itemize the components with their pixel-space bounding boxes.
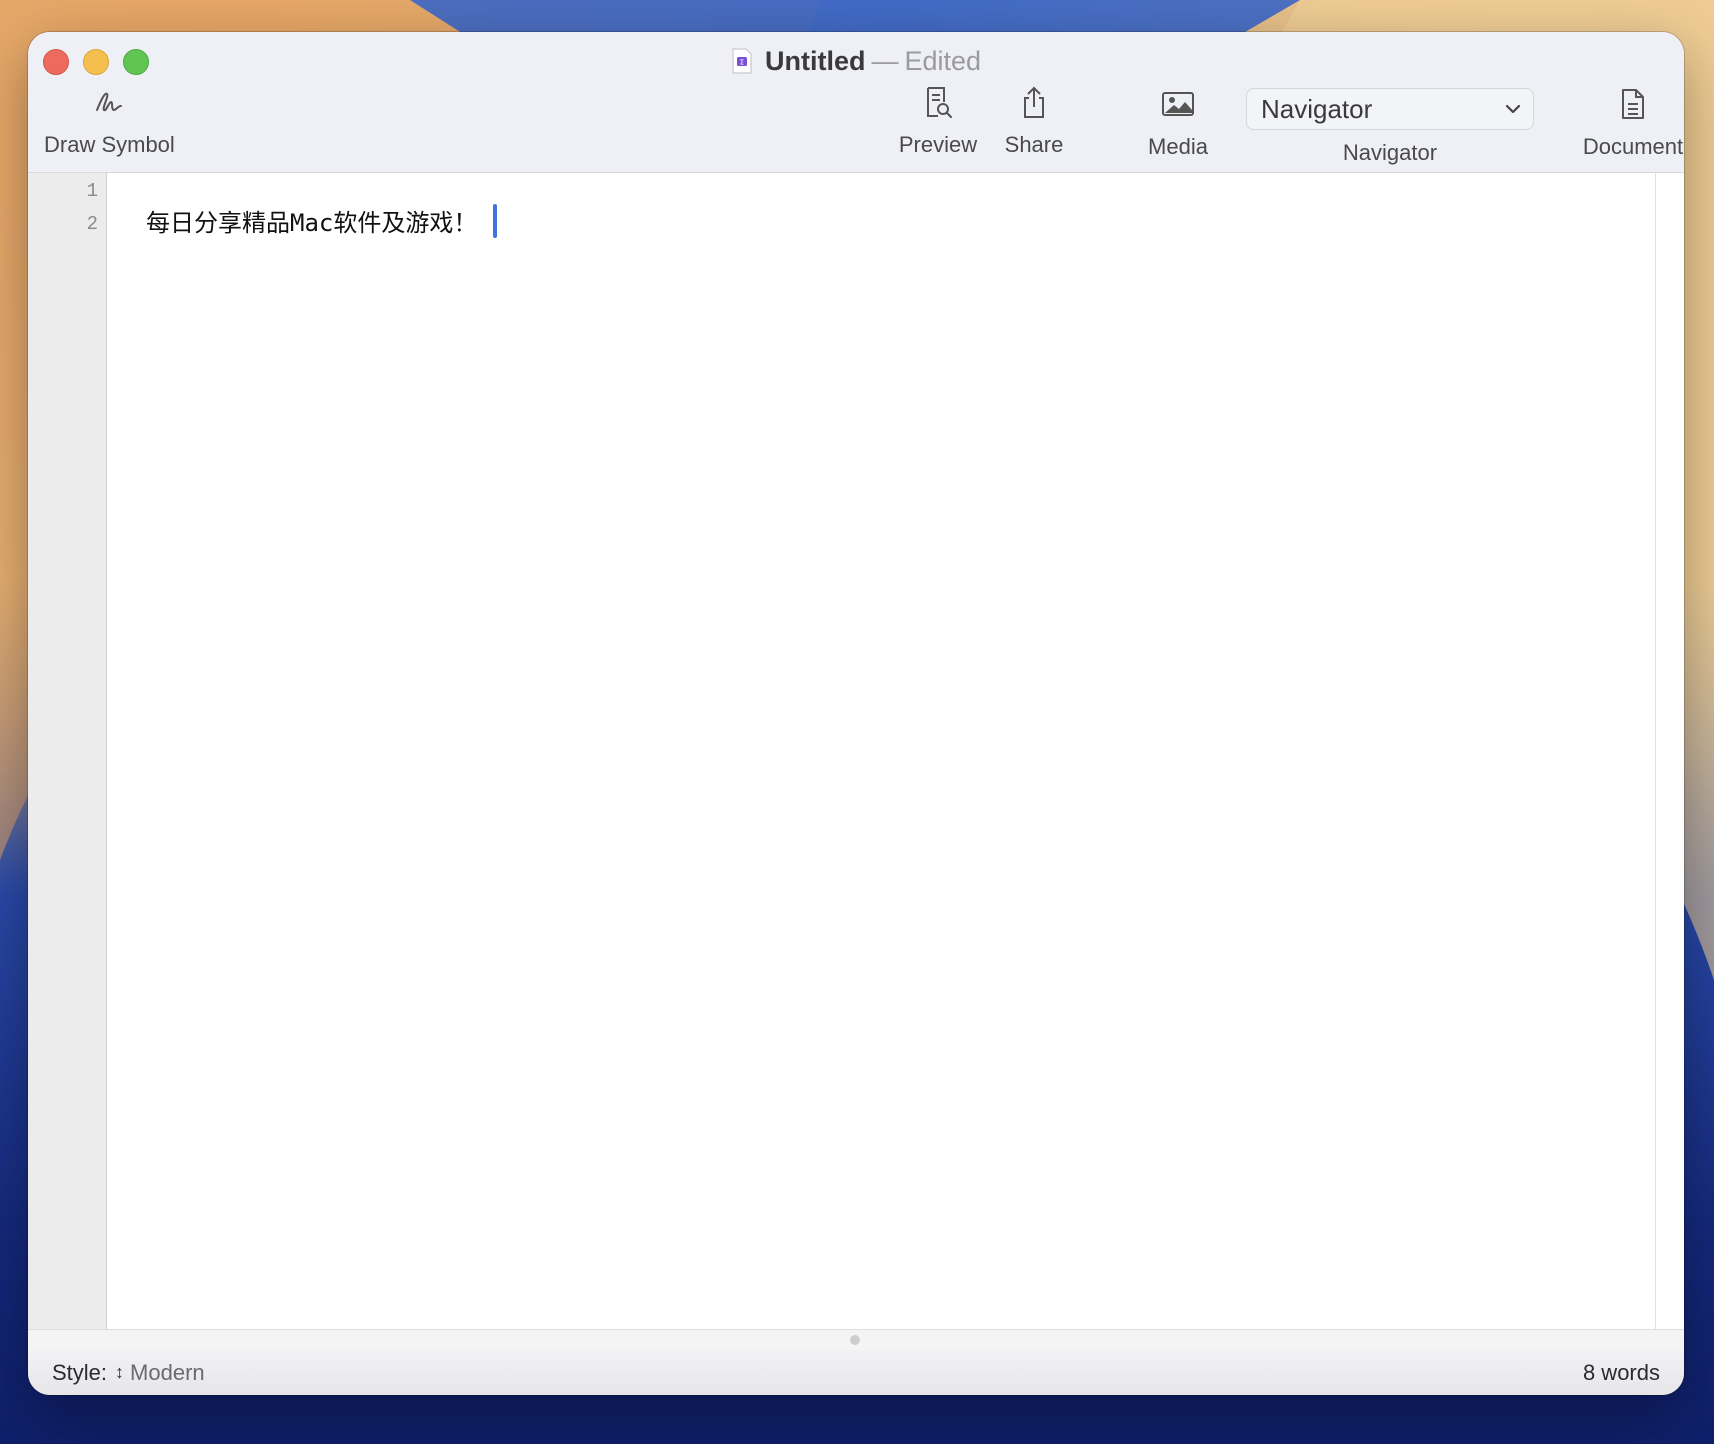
share-icon bbox=[1024, 86, 1044, 118]
photo-icon bbox=[1162, 92, 1194, 116]
splitter-handle[interactable] bbox=[850, 1335, 860, 1345]
word-count: 8 words bbox=[1582, 1360, 1660, 1385]
draw-symbol-label: Draw Symbol bbox=[44, 132, 175, 157]
line-number-gutter: 1 2 bbox=[28, 173, 107, 1329]
text-editor[interactable]: 每日分享精品Mac软件及游戏！ bbox=[107, 173, 1682, 1329]
text-caret bbox=[493, 204, 498, 238]
pane-splitter[interactable] bbox=[28, 1329, 1684, 1351]
document-name: Untitled bbox=[764, 46, 866, 76]
media-button[interactable]: Media bbox=[1138, 90, 1218, 160]
editor-scroll-rail[interactable] bbox=[1655, 173, 1684, 1329]
document-label: Document bbox=[1582, 134, 1684, 159]
document-file-icon: Σ bbox=[732, 48, 752, 74]
editor-window: Σ Untitled—Edited Draw Symbol Preview bbox=[28, 32, 1684, 1395]
navigator-select[interactable]: Navigator bbox=[1246, 88, 1534, 130]
style-value: Modern bbox=[130, 1360, 205, 1385]
editor-line-text: 每日分享精品Mac软件及游戏！ bbox=[146, 209, 478, 237]
document-button[interactable]: Document bbox=[1578, 88, 1684, 160]
document-icon bbox=[1622, 89, 1644, 119]
style-label: Style: bbox=[52, 1360, 108, 1385]
edited-status: Edited bbox=[904, 46, 982, 76]
line-number: 2 bbox=[86, 213, 98, 235]
line-number: 1 bbox=[86, 180, 98, 202]
navigator-caption: Navigator bbox=[1328, 140, 1452, 166]
title-separator: — bbox=[871, 46, 899, 76]
signature-icon bbox=[96, 92, 122, 112]
navigator-label: Navigator bbox=[1342, 140, 1438, 165]
up-down-arrows-icon: ↕ bbox=[115, 1362, 125, 1382]
preview-button[interactable]: Preview bbox=[890, 86, 986, 158]
chevron-down-icon bbox=[1505, 104, 1521, 114]
status-bar: Style: ↕ Modern 8 words bbox=[28, 1350, 1684, 1395]
window-title: Σ Untitled — Edited bbox=[28, 42, 1684, 80]
editor-line-2[interactable]: 每日分享精品Mac软件及游戏！ bbox=[146, 203, 498, 238]
style-selector[interactable]: Style: ↕ Modern bbox=[52, 1360, 205, 1386]
draw-symbol-button[interactable]: Draw Symbol bbox=[44, 88, 175, 158]
navigator-selected-value: Navigator bbox=[1261, 94, 1373, 124]
share-label: Share bbox=[1004, 132, 1064, 157]
toolbar: Σ Untitled—Edited Draw Symbol Preview bbox=[28, 32, 1684, 173]
media-label: Media bbox=[1148, 134, 1208, 159]
preview-label: Preview bbox=[898, 132, 978, 157]
svg-text:Σ: Σ bbox=[740, 59, 744, 67]
share-button[interactable]: Share bbox=[994, 86, 1074, 158]
doc-magnifier-icon bbox=[927, 87, 952, 118]
